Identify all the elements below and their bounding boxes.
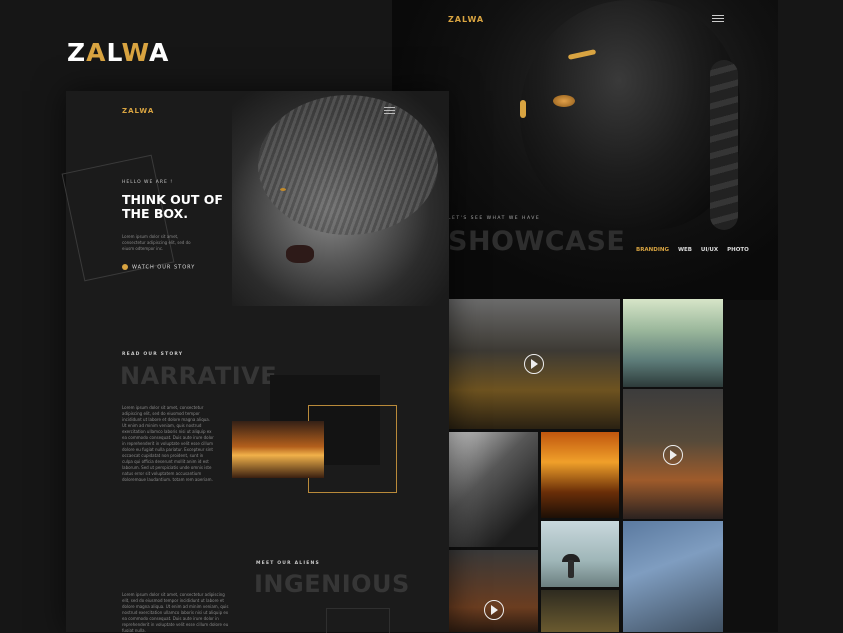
team-paragraph: Lorem ipsum dolor sit amet, consectetur … bbox=[122, 592, 229, 632]
watch-story-link[interactable]: WATCH OUR STORY bbox=[122, 264, 195, 271]
showcase-title: SHOWCASE bbox=[448, 226, 626, 257]
play-icon[interactable] bbox=[524, 354, 544, 374]
showcase-kicker: LET'S SEE WHAT WE HAVE bbox=[448, 216, 541, 221]
hamburger-menu-icon[interactable] bbox=[384, 107, 395, 116]
play-icon[interactable] bbox=[484, 600, 504, 620]
watch-story-label: WATCH OUR STORY bbox=[132, 264, 196, 271]
brand-letter-gold: A bbox=[86, 38, 107, 67]
play-dot-icon bbox=[122, 264, 128, 270]
brand-letter: L bbox=[106, 38, 122, 67]
gold-fingertip-detail bbox=[520, 100, 526, 118]
hamburger-menu-icon[interactable] bbox=[712, 15, 724, 24]
headline-line: THINK OUT OF bbox=[122, 192, 223, 207]
showcase-logo[interactable]: ZALWA bbox=[448, 15, 484, 24]
hero-kicker: HELLO WE ARE ! bbox=[122, 180, 174, 185]
gallery-tile-buildings[interactable] bbox=[448, 550, 538, 632]
headline-line: THE BOX. bbox=[122, 206, 188, 221]
hero-headline: THINK OUT OF THE BOX. bbox=[122, 193, 242, 221]
story-paragraph: Lorem ipsum dolor sit amet, consectetur … bbox=[122, 405, 214, 481]
lion-mouth-detail bbox=[286, 245, 314, 263]
filter-branding[interactable]: BRANDING bbox=[636, 247, 669, 253]
model-face-image bbox=[520, 0, 740, 230]
lion-eye-detail bbox=[280, 188, 286, 191]
story-kicker: READ OUR STORY bbox=[122, 352, 184, 357]
gallery-tile-keyboard[interactable] bbox=[623, 299, 723, 387]
filter-web[interactable]: WEB bbox=[678, 247, 692, 253]
gallery-tile-sunset-rails[interactable] bbox=[541, 432, 619, 518]
gallery-tile-city-street[interactable] bbox=[448, 299, 620, 429]
hero-subtext: Lorem ipsum dolor sit amet, consectetur … bbox=[122, 234, 191, 251]
walking-person-detail bbox=[568, 560, 574, 578]
brand-letter-gold: W bbox=[121, 38, 149, 67]
gallery-tile-forest[interactable] bbox=[541, 590, 619, 632]
brand-letter: Z bbox=[67, 38, 87, 67]
lion-mane-detail bbox=[258, 95, 438, 235]
brand-letter: A bbox=[148, 38, 170, 67]
team-title: INGENIOUS bbox=[254, 570, 410, 598]
story-title: NARRATIVE bbox=[120, 362, 278, 390]
braid-detail bbox=[710, 60, 738, 230]
gallery-tile-dragon[interactable] bbox=[623, 521, 723, 632]
gallery-tile-subway[interactable] bbox=[448, 432, 538, 547]
team-kicker: MEET OUR ALIENS bbox=[256, 561, 320, 566]
play-icon[interactable] bbox=[663, 445, 683, 465]
city-night-image bbox=[232, 421, 324, 478]
portfolio-filters: BRANDING WEB UI/UX PHOTO bbox=[636, 247, 756, 253]
brand-logo: ZALWA bbox=[67, 38, 169, 67]
gold-lips-detail bbox=[553, 95, 575, 107]
gallery-tile-light-trails[interactable] bbox=[623, 389, 723, 519]
filter-uiux[interactable]: UI/UX bbox=[701, 247, 718, 253]
home-logo[interactable]: ZALWA bbox=[122, 107, 154, 115]
gallery-tile-umbrella-walk[interactable] bbox=[541, 521, 619, 587]
filter-photo[interactable]: PHOTO bbox=[727, 247, 749, 253]
decorative-outline bbox=[326, 608, 390, 633]
